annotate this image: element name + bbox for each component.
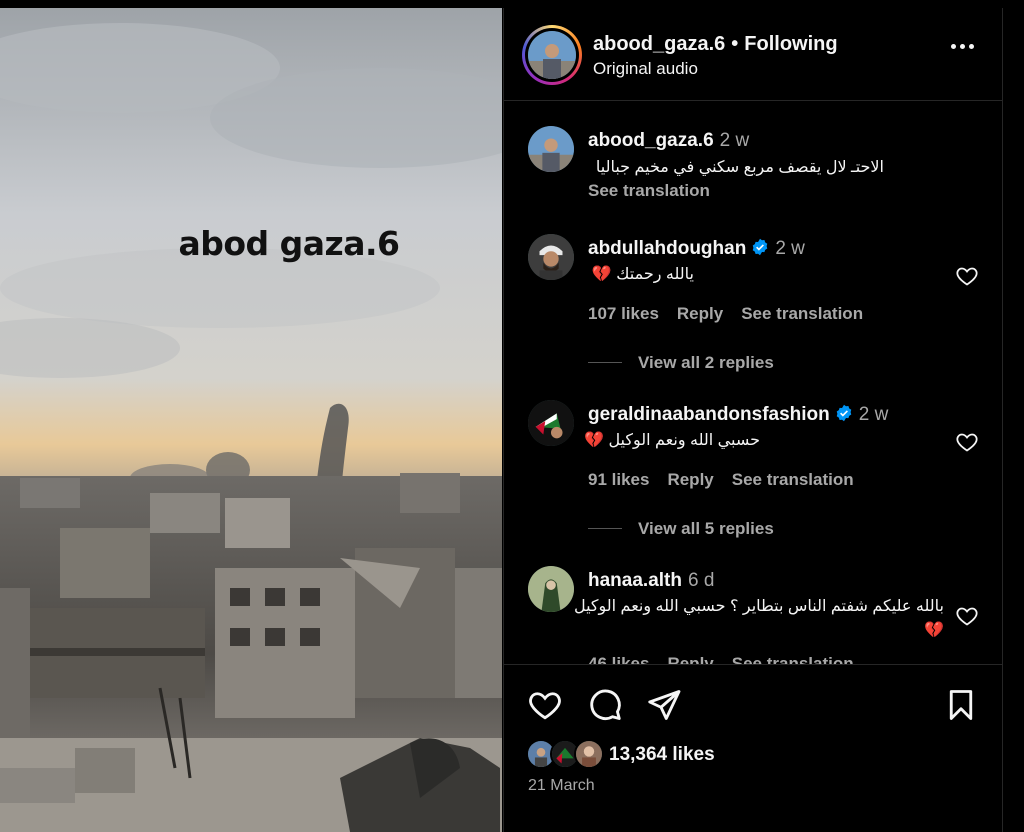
story-ring[interactable]: [522, 25, 582, 85]
separator-dot: •: [731, 33, 739, 55]
see-translation-button[interactable]: See translation: [732, 470, 854, 489]
post-actions: 13,364 likes 21 March: [504, 664, 1002, 832]
comment-likes-count[interactable]: 46 likes: [588, 654, 649, 664]
comment-likes-count[interactable]: 107 likes: [588, 304, 659, 323]
post-date[interactable]: 21 March: [528, 777, 595, 795]
commenter-avatar[interactable]: [528, 400, 574, 446]
comment-likes-count[interactable]: 91 likes: [588, 470, 649, 489]
commenter-avatar[interactable]: [528, 234, 574, 280]
view-replies-button[interactable]: View all 2 replies: [588, 353, 774, 373]
share-paper-plane-icon[interactable]: [646, 687, 682, 723]
following-button[interactable]: Following: [744, 33, 837, 55]
comments-list[interactable]: abood_gaza.6 2 w الاحتـ لال يقصف مربع سكن…: [504, 102, 1002, 664]
comment-text: حسبي الله ونعم الوكيل 💔: [584, 432, 760, 449]
comment-time: 2 w: [775, 238, 805, 259]
verified-badge-icon: [753, 238, 768, 256]
verified-badge-icon: [836, 404, 852, 422]
view-replies-button[interactable]: View all 5 replies: [588, 519, 774, 539]
caption-username[interactable]: abood_gaza.6: [588, 130, 714, 151]
comment-like-heart-icon[interactable]: [955, 264, 979, 288]
like-heart-icon[interactable]: [527, 687, 563, 723]
reply-button[interactable]: Reply: [667, 654, 713, 664]
comment-emoji-line: 💔: [588, 620, 944, 640]
comment-time: 2 w: [858, 404, 889, 425]
caption-time: 2 w: [719, 130, 750, 151]
comment-like-heart-icon[interactable]: [955, 430, 979, 454]
comment-text: بالله عليكم شفتم الناس بتطاير ؟ حسبي الل…: [573, 598, 944, 615]
broken-heart-emoji: 💔: [591, 266, 612, 283]
see-translation-button[interactable]: See translation: [741, 304, 863, 323]
post-details-panel: abood_gaza.6 • Following Original audio ab…: [503, 8, 1003, 832]
post-media[interactable]: abod gaza.6: [0, 8, 502, 832]
liker-avatars[interactable]: [526, 739, 606, 769]
caption-see-translation[interactable]: See translation: [588, 181, 710, 201]
liker-avatar: [574, 739, 604, 769]
reply-button[interactable]: Reply: [667, 470, 713, 489]
commenter-username[interactable]: abdullahdoughan: [588, 238, 746, 259]
more-options-icon[interactable]: [949, 32, 977, 60]
comment-like-heart-icon[interactable]: [955, 604, 979, 628]
post-header: abood_gaza.6 • Following Original audio: [504, 8, 1002, 101]
caption-text: الاحتـ لال يقصف مربع سكني في مخيم جباليا: [595, 159, 884, 176]
video-overlay-text: abod gaza.6: [178, 224, 400, 263]
commenter-username[interactable]: geraldinaabandonsfashion: [588, 404, 830, 425]
comment-text: يالله رحمتك 💔: [591, 266, 694, 283]
commenter-username[interactable]: hanaa.alth: [588, 570, 682, 591]
broken-heart-emoji: 💔: [924, 622, 944, 639]
comment-time: 6 d: [687, 570, 715, 591]
caption-avatar[interactable]: [528, 126, 574, 172]
see-translation-button[interactable]: See translation: [732, 654, 854, 664]
broken-heart-emoji: 💔: [584, 432, 604, 449]
comment-bubble-icon[interactable]: [587, 687, 623, 723]
commenter-avatar[interactable]: [528, 566, 574, 612]
audio-link[interactable]: Original audio: [593, 59, 698, 79]
top-bar: [0, 0, 1024, 8]
author-username[interactable]: abood_gaza.6: [593, 33, 725, 55]
save-bookmark-icon[interactable]: [943, 687, 979, 723]
likes-count[interactable]: 13,364 likes: [609, 744, 715, 766]
author-avatar[interactable]: [528, 31, 576, 79]
gaza-destruction-photo: [0, 8, 502, 832]
reply-button[interactable]: Reply: [677, 304, 723, 323]
